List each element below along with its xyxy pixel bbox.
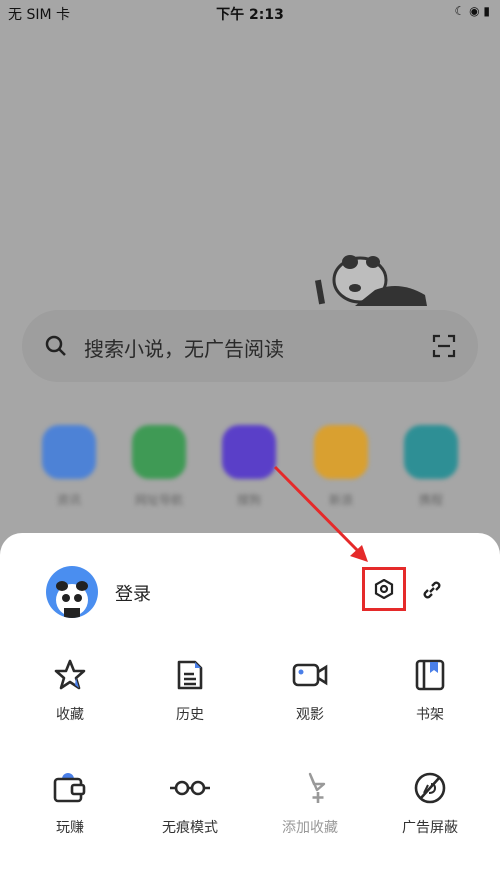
app-shortcut[interactable]: 资讯: [24, 425, 114, 508]
menu-item-incognito[interactable]: 无痕模式: [130, 771, 250, 837]
scan-icon[interactable]: [432, 334, 456, 358]
login-link[interactable]: 登录: [115, 580, 151, 606]
status-bar: 无 SIM 卡 下午 2:13 ☾ ◉ ▮: [0, 0, 500, 26]
app-shortcut[interactable]: 搜狗: [204, 425, 294, 508]
menu-item-favorites[interactable]: 收藏: [10, 658, 130, 724]
menu-item-history[interactable]: 历史: [130, 658, 250, 724]
ad-block-icon: [414, 772, 446, 804]
status-icons: ☾ ◉ ▮: [454, 4, 490, 18]
search-bar[interactable]: 搜索小说，无广告阅读: [22, 310, 478, 382]
settings-button[interactable]: [362, 567, 406, 611]
menu-item-earn[interactable]: 玩赚: [10, 771, 130, 837]
search-placeholder: 搜索小说，无广告阅读: [84, 337, 284, 361]
clock: 下午 2:13: [216, 7, 284, 23]
document-icon: [177, 660, 203, 690]
menu-item-add-favorite: 添加收藏: [250, 771, 370, 837]
panda-illustration: [315, 255, 427, 306]
menu-item-bookshelf[interactable]: 书架: [370, 658, 490, 724]
star-icon: [54, 659, 86, 690]
wallet-icon: [53, 773, 86, 803]
app-shortcut[interactable]: 携程: [386, 425, 476, 508]
settings-icon: [374, 579, 394, 599]
app-shortcut[interactable]: 网址导航: [114, 425, 204, 508]
star-plus-icon: [308, 772, 326, 803]
bookshelf-icon: [415, 659, 445, 691]
search-icon: [45, 335, 66, 356]
menu-item-ad-block[interactable]: 广告屏蔽: [370, 771, 490, 837]
link-icon[interactable]: [420, 578, 444, 602]
menu-sheet: 登录 收藏 历史 观影 书架 玩赚 无痕模式 添加收藏 广告屏蔽: [0, 533, 500, 888]
menu-item-movies[interactable]: 观影: [250, 658, 370, 724]
avatar[interactable]: [46, 566, 98, 618]
app-shortcut[interactable]: 新浪: [296, 425, 386, 508]
glasses-icon: [170, 780, 210, 796]
video-camera-icon: [292, 663, 328, 687]
